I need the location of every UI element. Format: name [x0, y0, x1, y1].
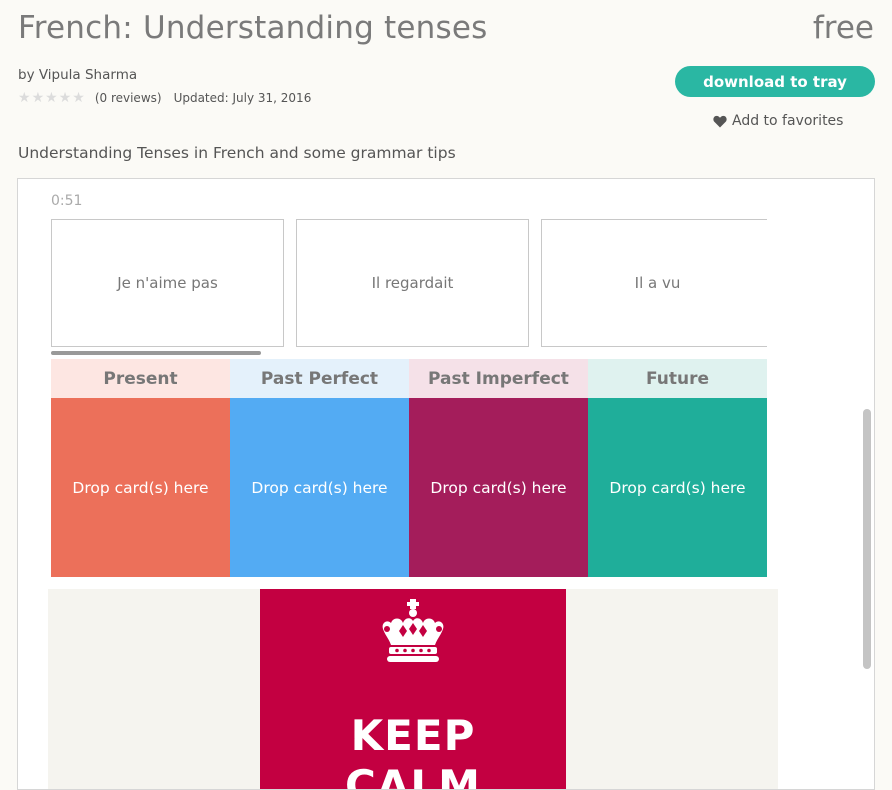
- drop-zone[interactable]: Drop card(s) here: [588, 398, 767, 577]
- download-to-tray-button[interactable]: download to tray: [675, 66, 875, 97]
- card[interactable]: Il regardait: [296, 219, 529, 347]
- category-header: Present: [51, 359, 230, 398]
- category-present: Present Drop card(s) here: [51, 359, 230, 577]
- category-row: Present Drop card(s) here Past Perfect D…: [51, 359, 767, 577]
- poster-text-keep: KEEP: [350, 711, 476, 760]
- price-label: free: [812, 10, 874, 46]
- card[interactable]: Je n'aime pas: [51, 219, 284, 347]
- card-strip[interactable]: Je n'aime pas Il regardait Il a vu: [51, 219, 767, 351]
- description: Understanding Tenses in French and some …: [18, 144, 456, 162]
- favorites-label: Add to favorites: [732, 113, 844, 129]
- star-icon: ★: [18, 90, 31, 106]
- star-icon: ★: [31, 90, 45, 106]
- reviews-link[interactable]: (0 reviews): [95, 91, 162, 105]
- keep-calm-poster: KEEP CALM: [260, 589, 566, 790]
- star-icon: ★: [45, 90, 58, 106]
- drop-zone[interactable]: Drop card(s) here: [230, 398, 409, 577]
- horizontal-scrollbar[interactable]: [51, 351, 261, 355]
- category-header: Past Imperfect: [409, 359, 588, 398]
- page-title: French: Understanding tenses: [18, 10, 488, 46]
- author-line: by Vipula Sharma: [18, 67, 138, 83]
- category-past-perfect: Past Perfect Drop card(s) here: [230, 359, 409, 577]
- card[interactable]: Il a vu: [541, 219, 767, 347]
- add-to-favorites-link[interactable]: Add to favorites: [713, 113, 843, 129]
- activity-frame: 0:51 Je n'aime pas Il regardait Il a vu …: [17, 178, 875, 790]
- star-rating[interactable]: ★ ★ ★ ★ ★: [18, 91, 85, 105]
- drop-zone[interactable]: Drop card(s) here: [51, 398, 230, 577]
- poster-area: KEEP CALM: [48, 589, 778, 790]
- star-icon: ★: [72, 90, 85, 106]
- category-past-imperfect: Past Imperfect Drop card(s) here: [409, 359, 588, 577]
- drop-zone[interactable]: Drop card(s) here: [409, 398, 588, 577]
- crown-icon: [382, 599, 444, 662]
- heart-icon: [713, 115, 727, 127]
- category-header: Future: [588, 359, 767, 398]
- meta-row: ★ ★ ★ ★ ★ (0 reviews) Updated: July 31, …: [18, 91, 311, 105]
- poster-text-calm: CALM: [345, 761, 481, 790]
- star-icon: ★: [58, 90, 72, 106]
- category-header: Past Perfect: [230, 359, 409, 398]
- category-future: Future Drop card(s) here: [588, 359, 767, 577]
- updated-date: Updated: July 31, 2016: [173, 91, 312, 105]
- vertical-scrollbar[interactable]: [863, 409, 871, 669]
- timer: 0:51: [51, 193, 83, 209]
